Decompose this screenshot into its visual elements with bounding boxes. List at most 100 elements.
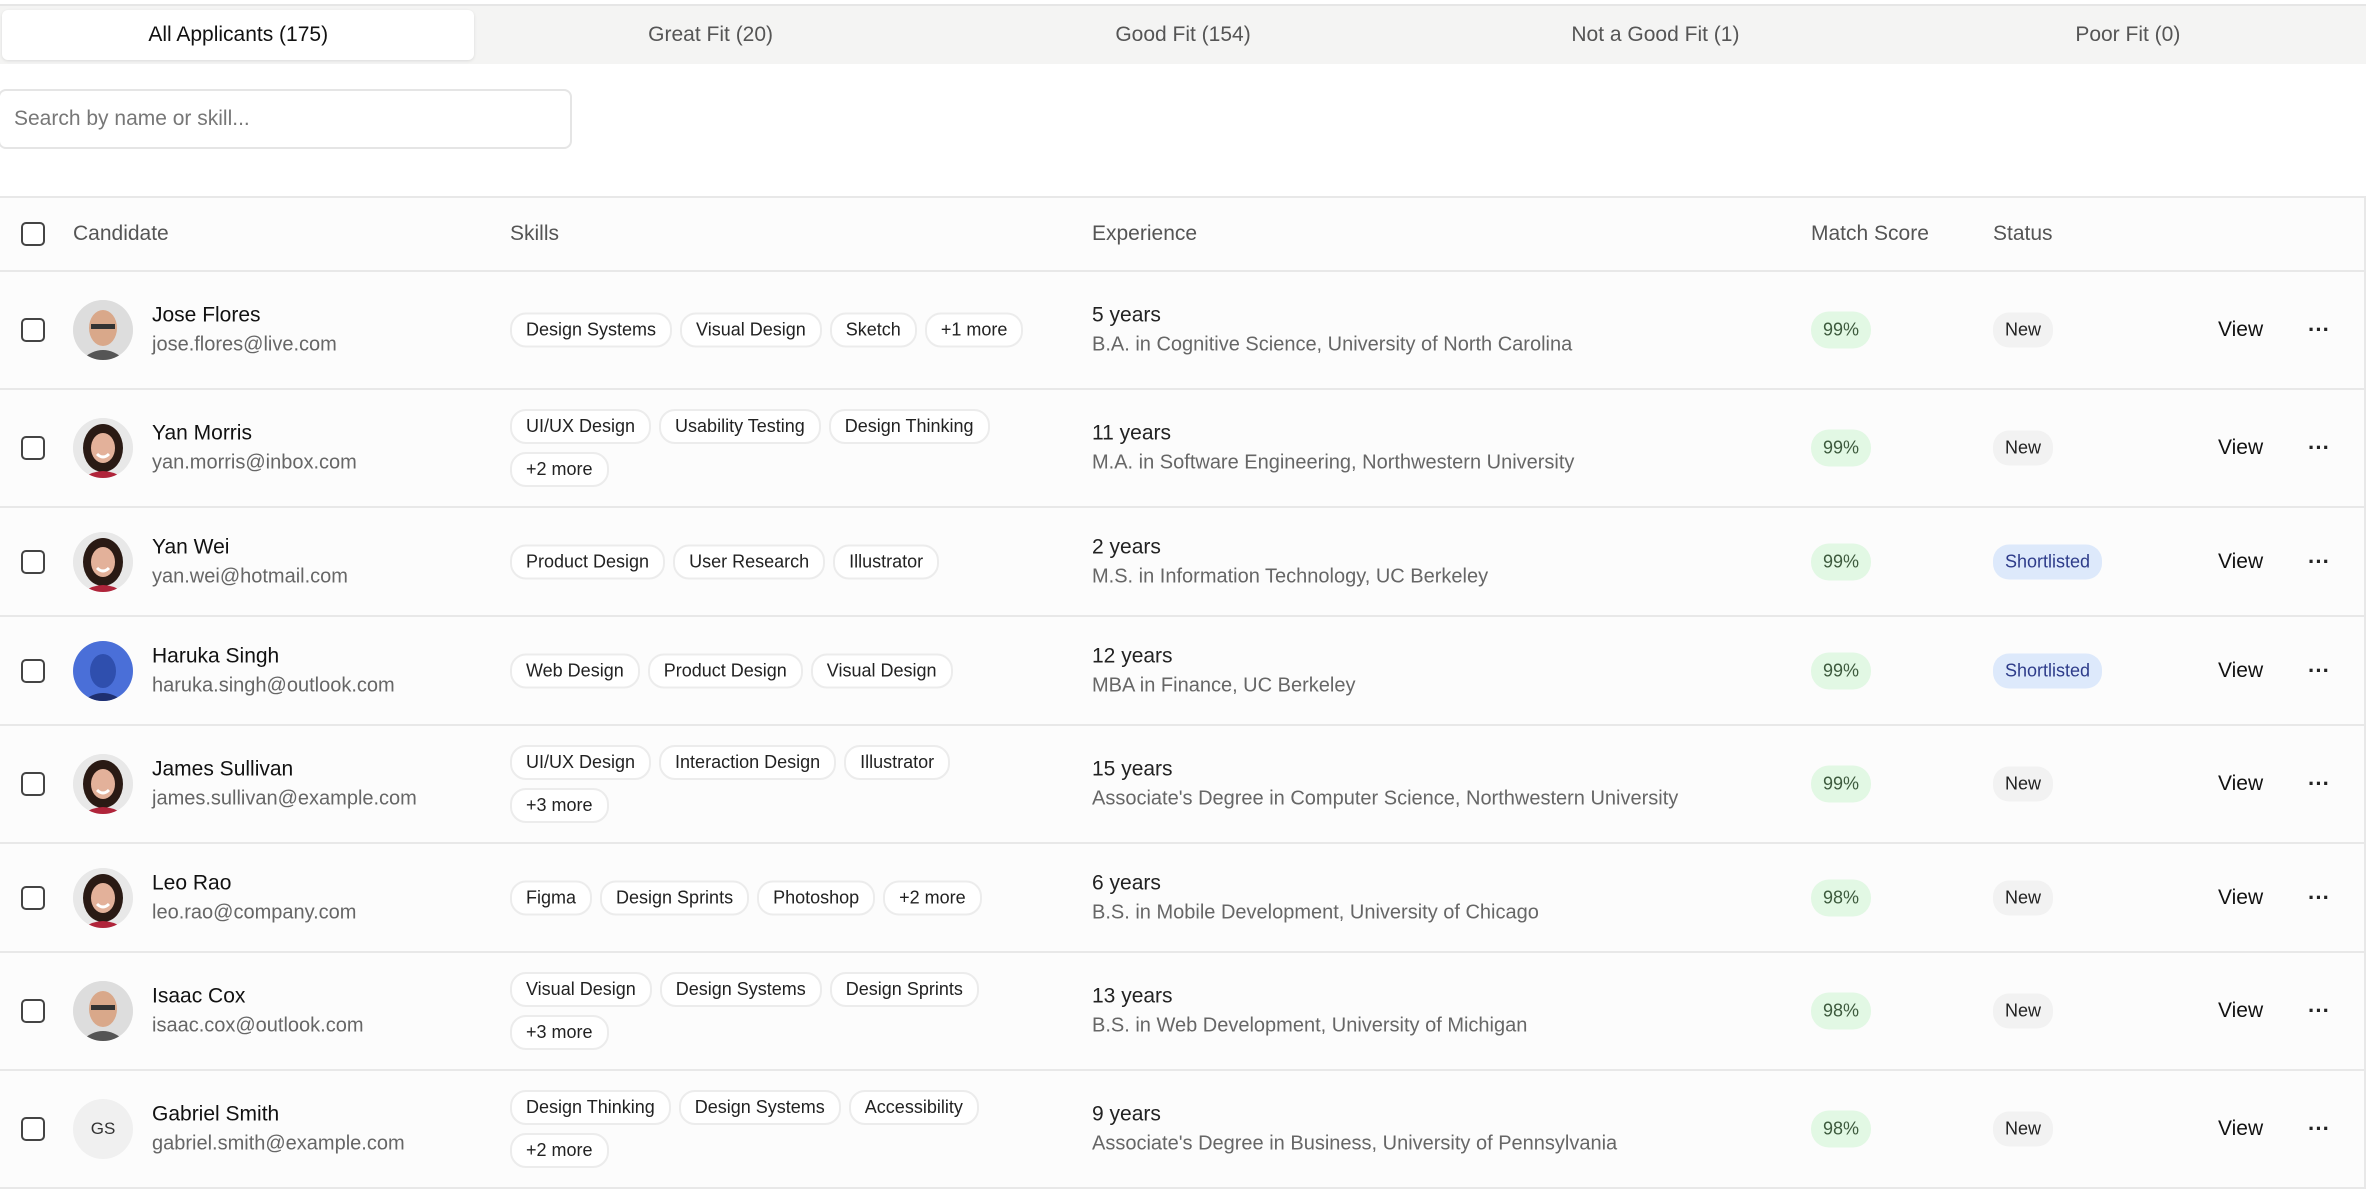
table-header: Candidate Skills Experience Match Score …	[0, 198, 2364, 272]
avatar-initials: GS	[90, 1119, 116, 1138]
ellipsis-icon[interactable]: ···	[2308, 549, 2330, 575]
view-button[interactable]: View	[2218, 659, 2263, 683]
status-badge: New	[1993, 880, 2054, 915]
candidate-info: Yan Wei yan.wei@hotmail.com	[152, 535, 348, 588]
avatar	[73, 531, 133, 592]
ellipsis-icon[interactable]: ···	[2308, 1116, 2330, 1142]
skill-chip: Design Systems	[678, 1090, 841, 1125]
row-checkbox[interactable]	[21, 885, 45, 910]
row-checkbox[interactable]	[21, 549, 45, 574]
table-row[interactable]: Isaac Cox isaac.cox@outlook.com Visual De…	[0, 953, 2364, 1071]
match-score-badge: 98%	[1811, 879, 1872, 916]
skill-chip[interactable]: +2 more	[883, 880, 982, 915]
status-badge: New	[1993, 766, 2054, 802]
select-all-checkbox[interactable]	[21, 222, 45, 246]
skill-chip: Interaction Design	[659, 745, 837, 780]
candidate-name: James Sullivan	[152, 757, 294, 781]
view-button[interactable]: View	[2218, 772, 2263, 796]
row-checkbox[interactable]	[21, 1117, 45, 1141]
skills-list: Design Thinking Design Systems Accessibili…	[510, 1090, 1030, 1168]
skill-chip[interactable]: +1 more	[924, 312, 1024, 348]
avatar	[73, 640, 133, 701]
candidate-name: Isaac Cox	[152, 984, 246, 1008]
education: M.S. in Information Technology, UC Berke…	[1092, 565, 1489, 587]
candidate-name: Yan Wei	[152, 535, 230, 558]
ellipsis-icon[interactable]: ···	[2308, 771, 2330, 797]
view-button[interactable]: View	[2218, 999, 2263, 1023]
experience-years: 15 years	[1092, 757, 1173, 781]
experience-years: 2 years	[1092, 535, 1161, 558]
skill-chip: Design Systems	[510, 312, 673, 348]
skill-chip[interactable]: +2 more	[510, 452, 609, 487]
experience-years: 13 years	[1092, 984, 1173, 1008]
skill-chip[interactable]: +2 more	[510, 1133, 609, 1168]
candidate-info: Isaac Cox isaac.cox@outlook.com	[152, 985, 364, 1038]
skill-chip[interactable]: +3 more	[510, 788, 609, 823]
skill-chip: Accessibility	[848, 1090, 979, 1125]
experience: 6 years B.S. in Mobile Development, Unive…	[1092, 871, 1539, 924]
match-score-badge: 98%	[1811, 1110, 1872, 1148]
avatar	[73, 754, 133, 814]
skill-chip: UI/UX Design	[510, 409, 652, 444]
experience-years: 9 years	[1092, 1102, 1161, 1126]
ellipsis-icon[interactable]: ···	[2308, 998, 2330, 1024]
candidate-info: Gabriel Smith gabriel.smith@example.com	[152, 1103, 405, 1156]
avatar: GS	[73, 1099, 133, 1159]
skill-chip: Product Design	[647, 653, 803, 688]
skills-list: UI/UX Design Interaction Design Illustrato…	[510, 745, 1030, 823]
table-row[interactable]: GS Gabriel Smith gabriel.smith@example.co…	[0, 1071, 2364, 1189]
experience-years: 5 years	[1092, 303, 1161, 327]
table-row[interactable]: Yan Wei yan.wei@hotmail.com Product Desig…	[0, 508, 2364, 617]
row-checkbox[interactable]	[21, 436, 45, 460]
search-input[interactable]	[0, 89, 572, 149]
view-button[interactable]: View	[2218, 1117, 2263, 1141]
skill-chip: Design Systems	[659, 972, 822, 1007]
view-button[interactable]: View	[2218, 318, 2263, 342]
tab-1[interactable]: Great Fit (20)	[474, 10, 946, 60]
fit-filter-tabs: All Applicants (175) Great Fit (20) Good F…	[0, 4, 2366, 64]
table-row[interactable]: James Sullivan james.sullivan@example.com…	[0, 726, 2364, 844]
match-score-badge: 99%	[1811, 429, 1872, 467]
education: B.S. in Web Development, University of M…	[1092, 1014, 1528, 1037]
tab-0[interactable]: All Applicants (175)	[2, 10, 475, 60]
table-row[interactable]: Haruka Singh haruka.singh@outlook.com Web…	[0, 617, 2364, 726]
skills-list: Visual Design Design Systems Design Sprint…	[510, 972, 1030, 1050]
skill-chip: Illustrator	[844, 745, 951, 780]
view-button[interactable]: View	[2218, 550, 2263, 574]
skills-list: Design Systems Visual Design Sketch +1 more	[510, 312, 1030, 348]
ellipsis-icon[interactable]: ···	[2308, 317, 2330, 343]
skills-list: UI/UX Design Usability Testing Design Thin…	[510, 409, 1030, 487]
column-skills: Skills	[510, 222, 560, 245]
table-row[interactable]: Yan Morris yan.morris@inbox.com UI/UX Des…	[0, 390, 2364, 508]
skill-chip: Visual Design	[510, 972, 652, 1007]
tab-3[interactable]: Not a Good Fit (1)	[1419, 10, 1891, 60]
ellipsis-icon[interactable]: ···	[2308, 885, 2330, 911]
ellipsis-icon[interactable]: ···	[2308, 435, 2330, 461]
row-checkbox[interactable]	[21, 318, 45, 342]
column-candidate: Candidate	[73, 222, 169, 245]
match-score-badge: 99%	[1811, 652, 1872, 689]
match-score-badge: 99%	[1811, 311, 1872, 349]
tab-2[interactable]: Good Fit (154)	[947, 10, 1419, 60]
skills-list: Product Design User Research Illustrator	[510, 544, 1030, 579]
candidate-email: leo.rao@company.com	[152, 901, 357, 923]
candidate-name: Gabriel Smith	[152, 1102, 280, 1126]
experience-years: 11 years	[1092, 421, 1171, 445]
row-checkbox[interactable]	[21, 658, 45, 683]
row-checkbox[interactable]	[21, 999, 45, 1023]
view-button[interactable]: View	[2218, 436, 2263, 460]
skill-chip[interactable]: +3 more	[510, 1015, 609, 1050]
skill-chip: Illustrator	[833, 544, 940, 579]
ellipsis-icon[interactable]: ···	[2308, 658, 2330, 684]
experience: 2 years M.S. in Information Technology, U…	[1092, 535, 1488, 588]
column-experience: Experience	[1092, 222, 1198, 245]
tab-4[interactable]: Poor Fit (0)	[1892, 10, 2364, 60]
skill-chip: Visual Design	[680, 312, 822, 348]
education: B.A. in Cognitive Science, University of…	[1092, 333, 1573, 356]
skill-chip: Design Thinking	[510, 1090, 671, 1125]
candidate-email: isaac.cox@outlook.com	[152, 1014, 364, 1037]
row-checkbox[interactable]	[21, 772, 45, 796]
table-row[interactable]: Leo Rao leo.rao@company.com Figma Design S…	[0, 844, 2364, 953]
view-button[interactable]: View	[2218, 886, 2263, 910]
table-row[interactable]: Jose Flores jose.flores@live.com Design S…	[0, 272, 2364, 390]
